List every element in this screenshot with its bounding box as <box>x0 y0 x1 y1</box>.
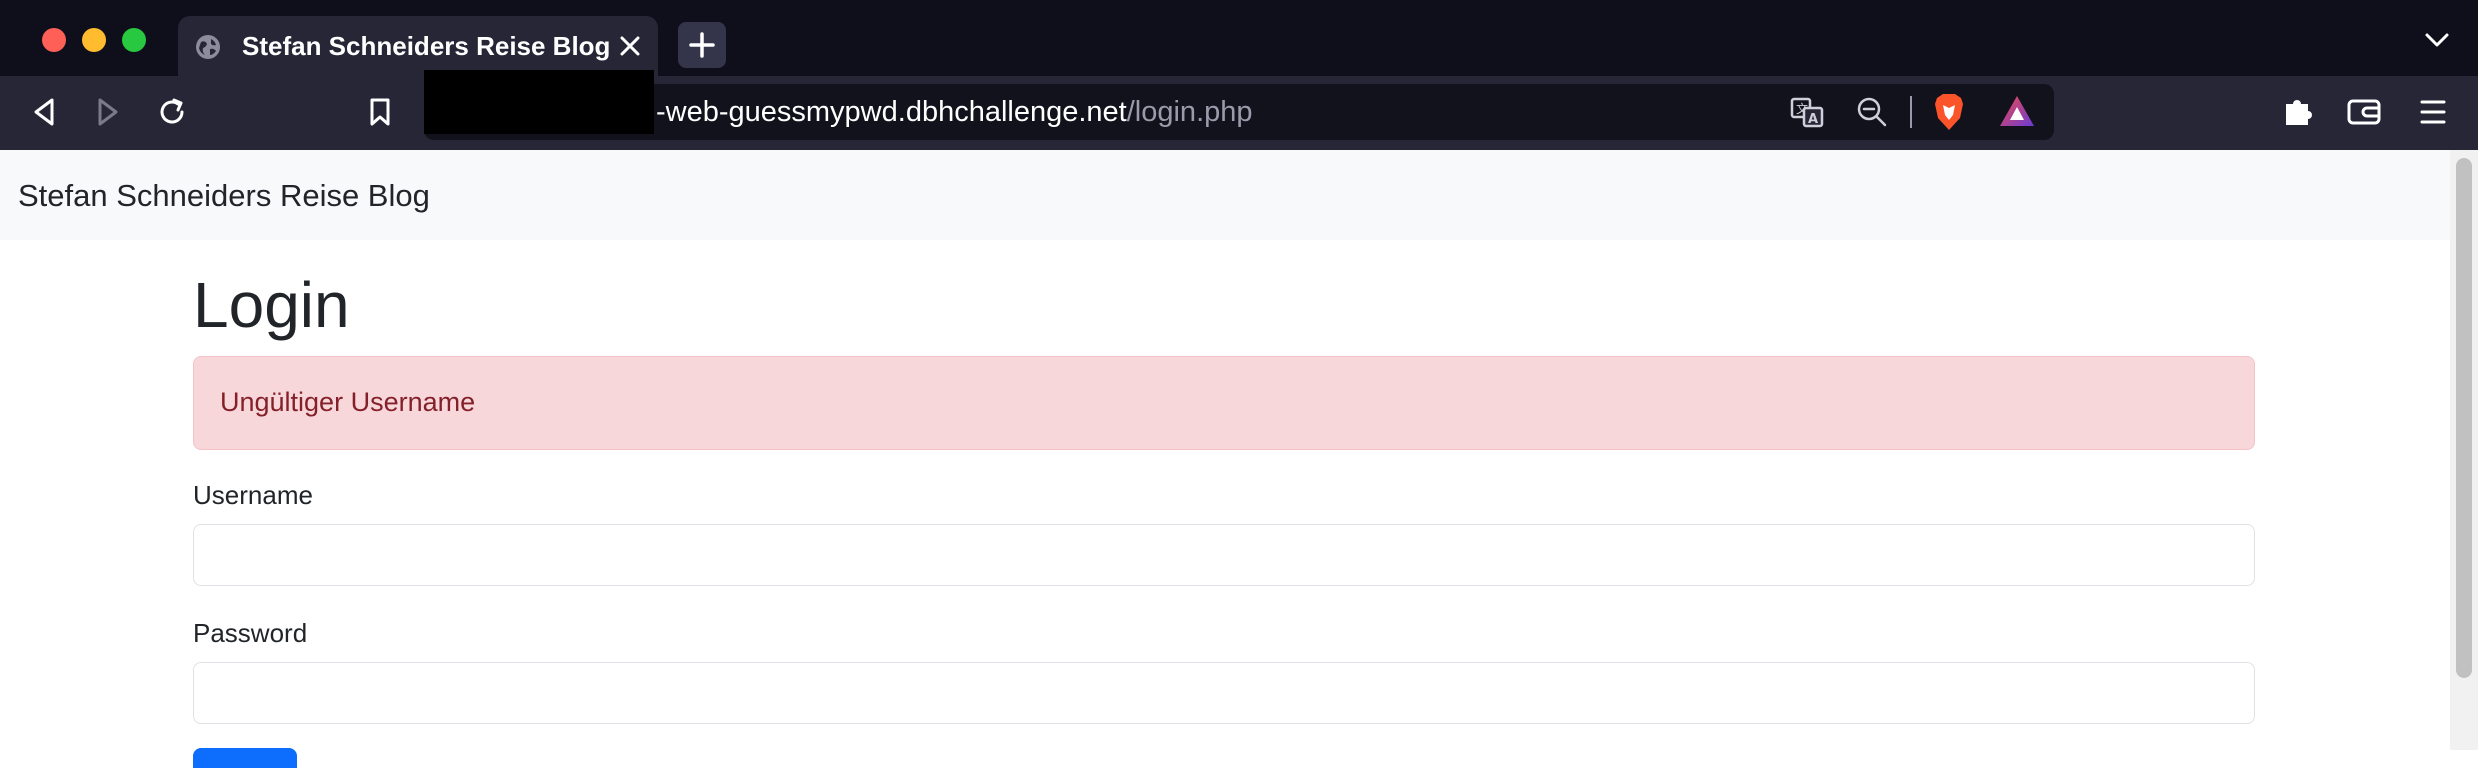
password-input[interactable] <box>193 662 2255 724</box>
tab-active[interactable]: Stefan Schneiders Reise Blog <box>178 16 658 76</box>
puzzle-icon[interactable] <box>2282 94 2316 128</box>
brave-shields-icon[interactable] <box>1932 92 1966 132</box>
zoom-out-icon[interactable] <box>1856 96 1888 128</box>
username-input[interactable] <box>193 524 2255 586</box>
error-alert-text: Ungültiger Username <box>220 387 476 417</box>
wallet-icon[interactable] <box>2346 96 2382 128</box>
back-icon[interactable] <box>30 96 58 128</box>
tab-title: Stefan Schneiders Reise Blog <box>242 31 611 61</box>
site-brand[interactable]: Stefan Schneiders Reise Blog <box>18 178 430 214</box>
password-label: Password <box>193 618 308 648</box>
new-tab-button[interactable] <box>678 22 726 68</box>
error-alert: Ungültiger Username <box>193 356 2255 450</box>
globe-icon <box>196 35 220 59</box>
minimize-window-button[interactable] <box>82 28 106 52</box>
url-path: /login.php <box>1126 96 1253 128</box>
chevron-down-icon[interactable] <box>2424 32 2450 48</box>
page-content: Stefan Schneiders Reise Blog Login Ungül… <box>0 150 2478 768</box>
close-window-button[interactable] <box>42 28 66 52</box>
redacted-region <box>424 70 654 134</box>
brave-rewards-icon[interactable] <box>1998 94 2036 128</box>
url-separator <box>1910 96 1912 128</box>
tab-bar: Stefan Schneiders Reise Blog <box>0 0 2478 76</box>
svg-text:A: A <box>1808 112 1818 127</box>
reload-icon[interactable] <box>156 96 188 128</box>
url-host: -web-guessmypwd.dbhchallenge.net <box>656 96 1127 128</box>
scrollbar-thumb[interactable] <box>2456 158 2472 678</box>
plus-icon <box>689 32 715 58</box>
url-text[interactable]: -web-guessmypwd.dbhchallenge.net/login.p… <box>656 96 1253 129</box>
page-title: Login <box>193 269 350 341</box>
username-label: Username <box>193 480 313 510</box>
forward-icon[interactable] <box>94 96 122 128</box>
login-button[interactable] <box>193 748 297 768</box>
zoom-window-button[interactable] <box>122 28 146 52</box>
site-navbar: Stefan Schneiders Reise Blog <box>0 150 2450 240</box>
bookmark-icon[interactable] <box>366 96 394 128</box>
close-icon[interactable] <box>618 34 642 58</box>
hamburger-menu-icon[interactable] <box>2418 98 2448 126</box>
translate-icon[interactable]: 文 A <box>1790 96 1824 128</box>
